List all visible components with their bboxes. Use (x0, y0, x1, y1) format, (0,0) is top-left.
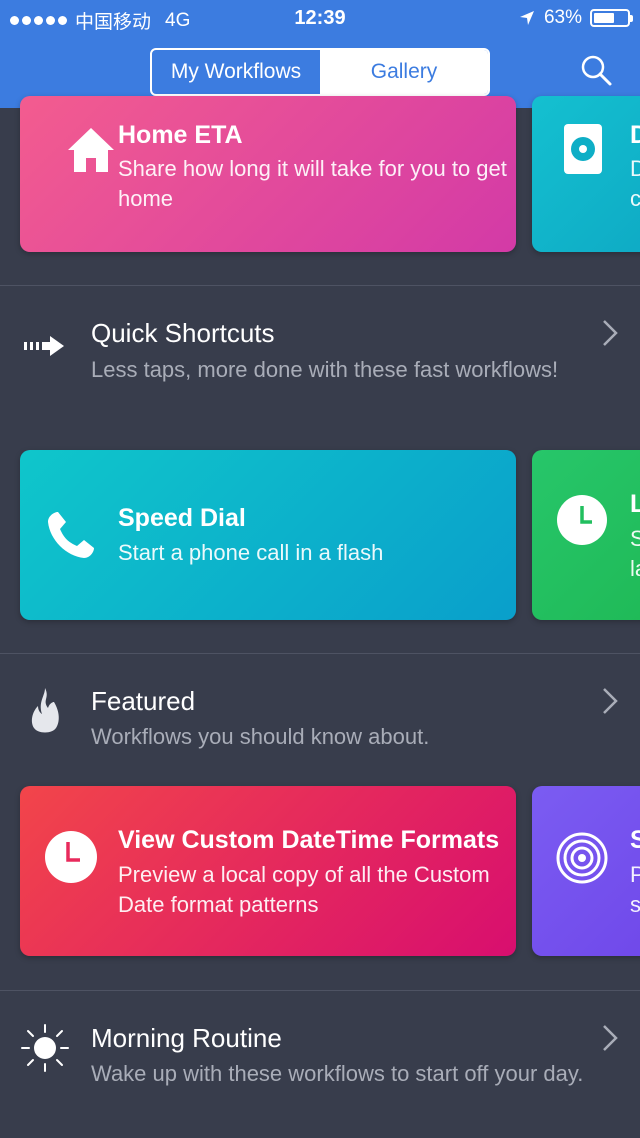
card-title: Speed Dial (118, 504, 246, 532)
search-icon (581, 55, 612, 86)
target-icon (556, 832, 608, 884)
clock-icon (557, 495, 607, 545)
workflow-card-partial[interactable]: D D c (532, 96, 640, 252)
card-description: Start a phone call in a flash (118, 540, 384, 565)
section-title: Morning Routine (91, 1023, 282, 1053)
clock-icon (45, 831, 97, 883)
card-title: S (630, 826, 640, 854)
workflow-card-speed-dial[interactable]: Speed Dial Start a phone call in a flash (20, 450, 516, 620)
card-title: Home ETA (118, 121, 243, 149)
phone-icon (48, 512, 94, 558)
status-bar: 中国移动 4G 12:39 63% (0, 0, 640, 36)
flame-icon (31, 688, 59, 733)
chevron-right-icon[interactable] (600, 686, 620, 716)
section-divider (0, 653, 640, 654)
workflow-tab-switcher: My Workflows Gallery (150, 48, 490, 96)
card-description: P s (630, 862, 640, 917)
tab-gallery[interactable]: Gallery (320, 50, 488, 94)
battery-percent: 63% (543, 7, 582, 28)
chevron-right-icon[interactable] (600, 1023, 620, 1053)
workflow-card-view-custom-datetime-formats[interactable]: View Custom DateTime Formats Preview a l… (20, 786, 516, 956)
section-description: Less taps, more done with these fast wor… (91, 357, 559, 382)
location-arrow-icon (519, 11, 534, 25)
battery-icon (590, 9, 633, 27)
section-header-quick-shortcuts[interactable]: Quick Shortcuts Less taps, more done wit… (0, 300, 640, 430)
sun-icon (21, 1024, 69, 1072)
card-description: S la (630, 526, 640, 581)
arrow-right-icon (24, 336, 64, 356)
status-right: 63% (518, 7, 633, 29)
section-header-featured[interactable]: Featured Workflows you should know about… (0, 668, 640, 768)
house-icon (68, 128, 114, 172)
workflow-card-home-eta[interactable]: Home ETA Share how long it will take for… (20, 96, 516, 252)
card-description: Share how long it will take for you to g… (118, 156, 507, 211)
card-title: View Custom DateTime Formats (118, 826, 500, 854)
battery-fill (594, 13, 615, 23)
section-title: Featured (91, 686, 196, 716)
card-title: D (630, 121, 640, 149)
section-divider (0, 990, 640, 991)
tab-my-workflows[interactable]: My Workflows (152, 50, 320, 94)
search-button[interactable] (578, 52, 614, 88)
card-title: L (630, 490, 640, 518)
section-header-morning-routine[interactable]: Morning Routine Wake up with these workf… (0, 1005, 640, 1138)
workflow-card-partial[interactable]: L S la (532, 450, 640, 620)
section-description: Workflows you should know about. (91, 724, 430, 749)
section-title: Quick Shortcuts (91, 318, 275, 348)
section-description: Wake up with these workflows to start of… (91, 1061, 584, 1086)
chevron-right-icon[interactable] (600, 318, 620, 348)
navigation-header: 中国移动 4G 12:39 63% My Workflows Gallery (0, 0, 640, 108)
card-description: D c (630, 156, 640, 211)
disk-icon (564, 124, 602, 174)
section-divider (0, 285, 640, 286)
workflow-card-partial[interactable]: S P s (532, 786, 640, 956)
card-description: Preview a local copy of all the Custom D… (118, 862, 490, 917)
